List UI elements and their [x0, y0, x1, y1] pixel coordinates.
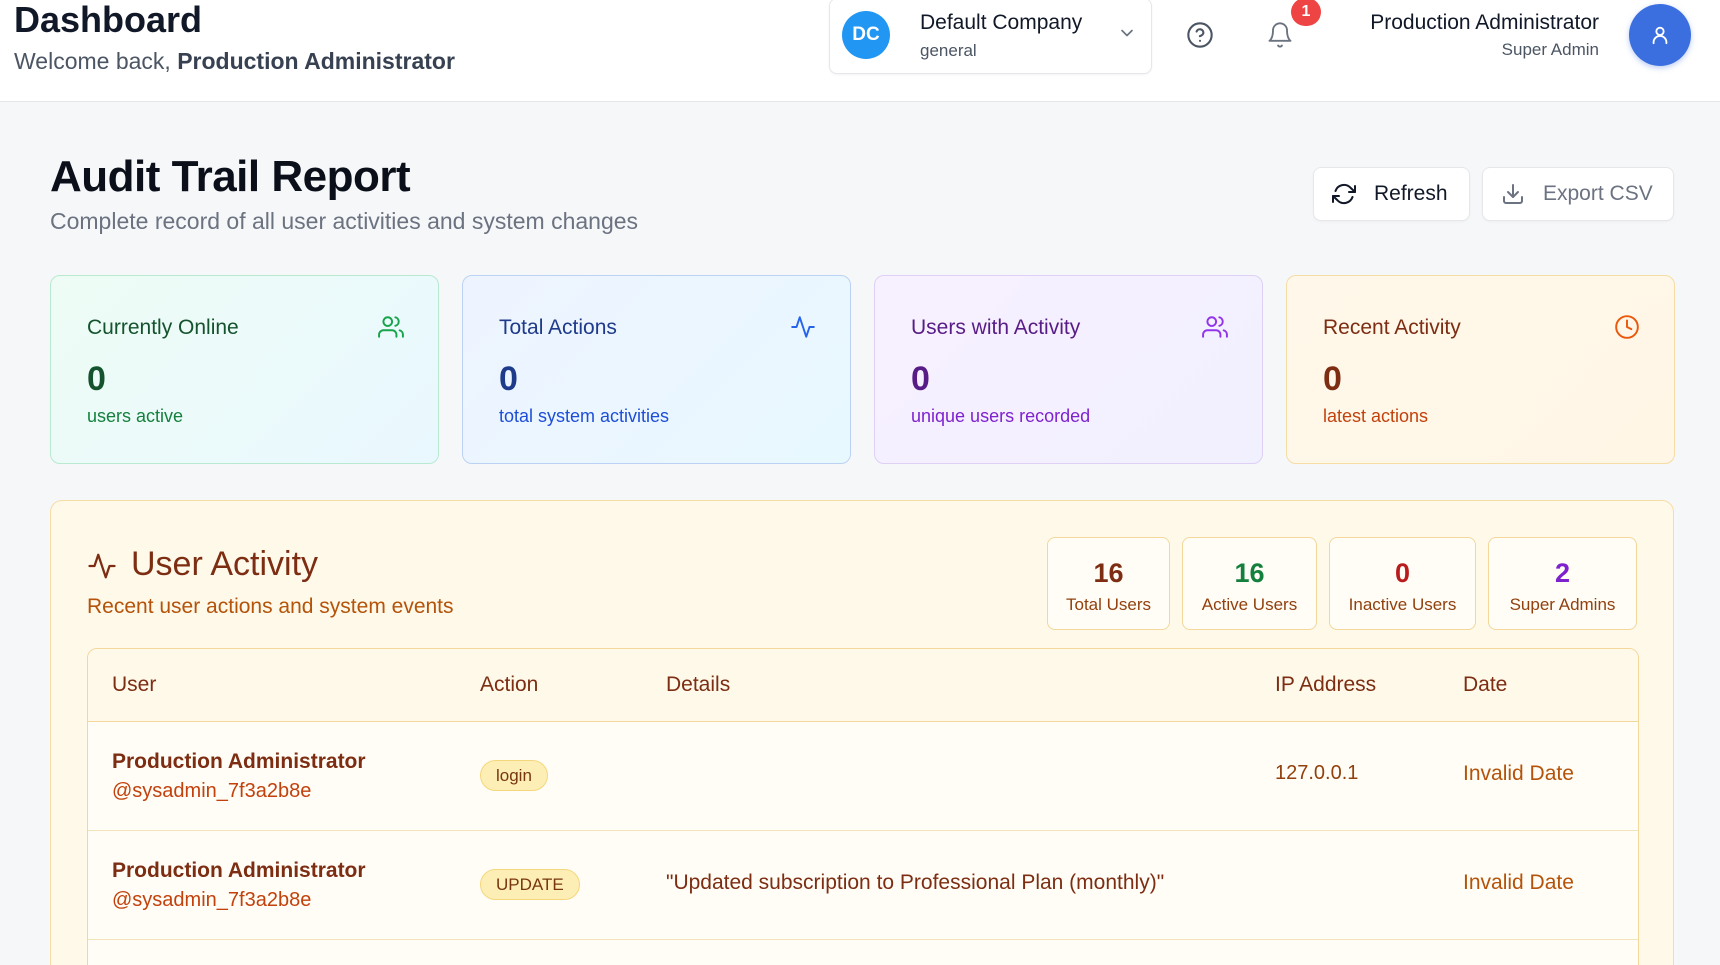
help-icon[interactable] — [1186, 21, 1214, 49]
stat-value: 0 — [911, 360, 930, 398]
stat-value: 0 — [499, 360, 518, 398]
summary-label: Super Admins — [1509, 595, 1616, 614]
export-csv-button[interactable]: Export CSV — [1482, 167, 1674, 221]
row-date: Invalid Date — [1463, 871, 1574, 894]
column-header-action[interactable]: Action — [480, 673, 538, 697]
report-subtitle: Complete record of all user activities a… — [50, 208, 639, 234]
summary-value: 0 — [1394, 558, 1411, 588]
notification-count-badge: 1 — [1291, 0, 1321, 26]
export-label: Export CSV — [1543, 182, 1653, 205]
stat-title: Users with Activity — [911, 316, 1081, 339]
stat-title: Recent Activity — [1323, 316, 1461, 339]
summary-label: Total Users — [1065, 595, 1152, 614]
user-activity-panel: User Activity Recent user actions and sy… — [50, 500, 1674, 965]
stat-value: 0 — [1323, 360, 1342, 398]
company-switcher[interactable]: DC Default Company general — [829, 0, 1152, 74]
column-header-date[interactable]: Date — [1463, 673, 1507, 697]
summary-label: Inactive Users — [1348, 595, 1457, 614]
company-subtitle: general — [920, 41, 977, 60]
clock-icon — [1615, 315, 1639, 339]
company-name: Default Company — [920, 11, 1083, 34]
row-user-handle: @sysadmin_7f3a2b8e — [112, 889, 312, 911]
column-header-user[interactable]: User — [112, 673, 156, 697]
download-icon — [1503, 184, 1523, 204]
row-details: "Updated subscription to Professional Pl… — [666, 871, 1165, 894]
welcome-prefix: Welcome back, — [14, 48, 171, 74]
table-row[interactable]: Production Administrator @sysadmin_7f3a2… — [88, 722, 1638, 831]
activity-table: User Action Details IP Address Date Prod… — [87, 648, 1639, 965]
current-user-role: Super Admin — [1501, 40, 1599, 59]
users-icon — [378, 316, 404, 338]
summary-label: Active Users — [1201, 595, 1298, 614]
column-header-details[interactable]: Details — [666, 673, 730, 697]
panel-title: User Activity — [131, 545, 319, 583]
user-avatar[interactable] — [1629, 4, 1691, 66]
user-icon — [1652, 26, 1668, 45]
stat-title: Currently Online — [87, 316, 239, 339]
chevron-down-icon — [1121, 29, 1133, 37]
bell-icon[interactable] — [1266, 21, 1294, 49]
company-avatar: DC — [842, 11, 890, 59]
welcome-user: Production Administrator — [177, 48, 455, 74]
summary-value: 16 — [1093, 558, 1124, 588]
summary-inactive-users: 0 Inactive Users — [1329, 537, 1476, 630]
table-row[interactable]: Production Administrator @sysadmin_7f3a2… — [88, 831, 1638, 940]
summary-total-users: 16 Total Users — [1047, 537, 1170, 630]
activity-icon — [88, 553, 116, 579]
stat-card-total-actions: Total Actions 0 total system activities — [462, 275, 851, 464]
top-header: Dashboard Welcome back, Production Admin… — [0, 0, 1720, 102]
users-icon — [1202, 316, 1228, 338]
report-title: Audit Trail Report — [50, 152, 411, 201]
stat-card-currently-online: Currently Online 0 users active — [50, 275, 439, 464]
summary-active-users: 16 Active Users — [1182, 537, 1317, 630]
summary-value: 16 — [1234, 558, 1265, 588]
current-user-name: Production Administrator — [1370, 11, 1599, 34]
stat-description: users active — [87, 406, 184, 426]
page-title: Dashboard — [14, 0, 203, 40]
action-badge: UPDATE — [480, 869, 580, 900]
row-user-name: Production Administrator — [112, 859, 366, 882]
summary-super-admins: 2 Super Admins — [1488, 537, 1637, 630]
stat-title: Total Actions — [499, 316, 617, 339]
refresh-icon — [1332, 183, 1356, 205]
refresh-label: Refresh — [1374, 182, 1448, 205]
row-user-name: Production Administrator — [112, 750, 366, 773]
stat-value: 0 — [87, 360, 106, 398]
summary-value: 2 — [1554, 558, 1571, 588]
row-user-handle: @sysadmin_7f3a2b8e — [112, 780, 312, 802]
refresh-button[interactable]: Refresh — [1313, 167, 1470, 221]
welcome-message: Welcome back, Production Administrator — [14, 46, 455, 76]
panel-subtitle: Recent user actions and system events — [87, 595, 454, 618]
row-ip-address: 127.0.0.1 — [1275, 762, 1359, 784]
row-date: Invalid Date — [1463, 762, 1574, 785]
action-badge: login — [480, 760, 548, 791]
stat-description: total system activities — [499, 406, 670, 426]
stat-card-users-with-activity: Users with Activity 0 unique users recor… — [874, 275, 1263, 464]
activity-icon — [791, 316, 815, 338]
stat-description: latest actions — [1323, 406, 1429, 426]
table-header: User Action Details IP Address Date — [88, 649, 1638, 722]
column-header-ip-address[interactable]: IP Address — [1275, 673, 1376, 697]
stat-description: unique users recorded — [911, 406, 1091, 426]
stat-card-recent-activity: Recent Activity 0 latest actions — [1286, 275, 1675, 464]
